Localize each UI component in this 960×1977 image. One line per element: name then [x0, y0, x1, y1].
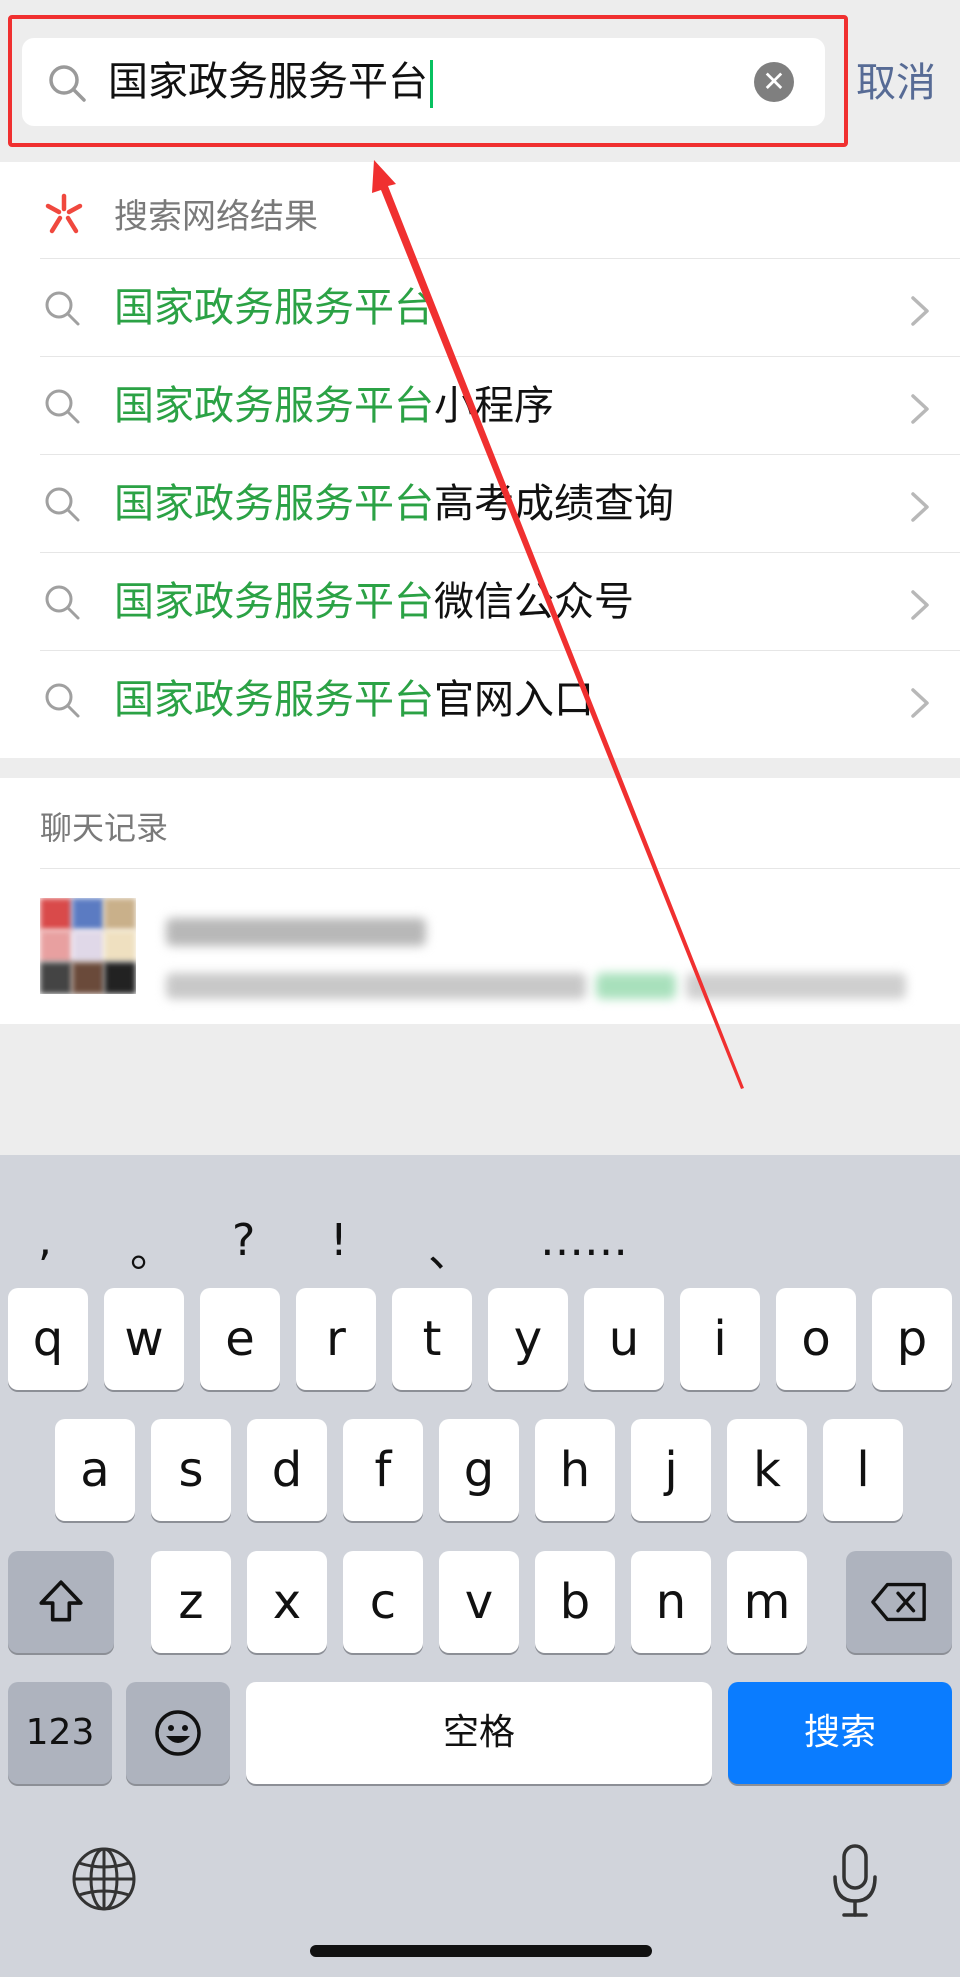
suggestion-row[interactable]: 国家政务服务平台微信公众号	[40, 552, 960, 650]
chat-history-label: 聊天记录	[40, 809, 169, 847]
cancel-button[interactable]: 取消	[856, 50, 936, 116]
chevron-right-icon	[911, 296, 929, 326]
letter-key-l[interactable]: l	[823, 1419, 903, 1521]
home-indicator	[310, 1945, 652, 1957]
letter-key-g[interactable]: g	[439, 1419, 519, 1521]
letter-key-p[interactable]: p	[872, 1288, 952, 1390]
letter-key-u[interactable]: u	[584, 1288, 664, 1390]
letter-key-v[interactable]: v	[439, 1551, 519, 1653]
suggestion-row[interactable]: 国家政务服务平台	[40, 258, 960, 356]
punctuation-key[interactable]: 、	[428, 1215, 472, 1279]
letter-key-m[interactable]: m	[727, 1551, 807, 1653]
blurred-chat-snippet	[166, 973, 586, 999]
suggestion-suffix: 微信公众号	[434, 579, 634, 625]
suggestion-suffix: 高考成绩查询	[434, 481, 674, 527]
letter-key-t[interactable]: t	[392, 1288, 472, 1390]
letter-key-c[interactable]: c	[343, 1551, 423, 1653]
web-search-icon	[45, 193, 83, 234]
emoji-icon	[155, 1710, 201, 1756]
punctuation-key[interactable]: ?	[232, 1215, 255, 1266]
search-icon	[45, 389, 80, 424]
letter-key-d[interactable]: d	[247, 1419, 327, 1521]
chevron-right-icon	[911, 590, 929, 620]
globe-icon[interactable]	[70, 1845, 138, 1913]
suggestion-highlight: 国家政务服务平台	[114, 285, 434, 331]
shift-icon	[39, 1580, 83, 1622]
numbers-key[interactable]: 123	[8, 1682, 112, 1784]
suggestion-suffix: 官网入口	[434, 677, 594, 723]
search-input[interactable]: 国家政务服务平台	[108, 38, 433, 126]
punctuation-key[interactable]: !	[330, 1215, 348, 1266]
search-icon	[49, 65, 86, 102]
chat-history-panel: 聊天记录	[0, 778, 960, 1024]
suggestion-text: 国家政务服务平台官网入口	[114, 650, 594, 750]
search-icon	[45, 487, 80, 522]
backspace-key[interactable]	[846, 1551, 952, 1653]
search-bar[interactable]: 国家政务服务平台 ✕	[22, 38, 825, 126]
letter-key-o[interactable]: o	[776, 1288, 856, 1390]
web-results-header[interactable]: 搜索网络结果	[0, 162, 960, 258]
avatar	[40, 898, 136, 994]
chat-history-item[interactable]	[0, 878, 960, 1018]
letter-key-a[interactable]: a	[55, 1419, 135, 1521]
search-icon	[45, 683, 80, 718]
clear-icon[interactable]: ✕	[754, 62, 794, 102]
letter-key-h[interactable]: h	[535, 1419, 615, 1521]
search-key[interactable]: 搜索	[728, 1682, 952, 1784]
suggestion-text: 国家政务服务平台微信公众号	[114, 552, 634, 652]
backspace-icon	[871, 1582, 926, 1622]
suggestion-text: 国家政务服务平台高考成绩查询	[114, 454, 674, 554]
letter-key-x[interactable]: x	[247, 1551, 327, 1653]
space-key[interactable]: 空格	[246, 1682, 712, 1784]
suggestion-suffix: 小程序	[434, 383, 554, 429]
blurred-chat-snippet-end	[686, 973, 906, 999]
search-icon	[45, 291, 80, 326]
letter-key-q[interactable]: q	[8, 1288, 88, 1390]
search-icon	[45, 585, 80, 620]
suggestion-row[interactable]: 国家政务服务平台官网入口	[40, 650, 960, 748]
letter-key-n[interactable]: n	[631, 1551, 711, 1653]
web-results-label: 搜索网络结果	[114, 197, 318, 237]
blurred-chat-highlight	[596, 973, 676, 999]
web-results-panel: 搜索网络结果 国家政务服务平台 国家政务服务平台小程序 国家政务服务平台高考成绩查询…	[0, 162, 960, 758]
punctuation-key[interactable]: ,	[38, 1215, 52, 1266]
emoji-key[interactable]	[126, 1682, 230, 1784]
text-caret	[430, 60, 433, 108]
punctuation-key[interactable]: ……	[540, 1215, 628, 1266]
blurred-chat-name	[166, 918, 426, 946]
chevron-right-icon	[911, 394, 929, 424]
letter-key-r[interactable]: r	[296, 1288, 376, 1390]
suggestion-highlight: 国家政务服务平台	[114, 677, 434, 723]
divider	[40, 868, 960, 869]
suggestion-highlight: 国家政务服务平台	[114, 579, 434, 625]
suggestion-highlight: 国家政务服务平台	[114, 383, 434, 429]
letter-key-s[interactable]: s	[151, 1419, 231, 1521]
chevron-right-icon	[911, 492, 929, 522]
letter-key-b[interactable]: b	[535, 1551, 615, 1653]
letter-key-w[interactable]: w	[104, 1288, 184, 1390]
letter-key-i[interactable]: i	[680, 1288, 760, 1390]
suggestion-row[interactable]: 国家政务服务平台高考成绩查询	[40, 454, 960, 552]
microphone-icon[interactable]	[830, 1843, 880, 1919]
suggestion-row[interactable]: 国家政务服务平台小程序	[40, 356, 960, 454]
letter-key-k[interactable]: k	[727, 1419, 807, 1521]
suggestion-highlight: 国家政务服务平台	[114, 481, 434, 527]
punctuation-key[interactable]: 。	[130, 1215, 174, 1279]
letter-key-f[interactable]: f	[343, 1419, 423, 1521]
letter-key-y[interactable]: y	[488, 1288, 568, 1390]
letter-key-z[interactable]: z	[151, 1551, 231, 1653]
chevron-right-icon	[911, 688, 929, 718]
shift-key[interactable]	[8, 1551, 114, 1653]
letter-key-e[interactable]: e	[200, 1288, 280, 1390]
keyboard: 123 空格 搜索 , 。?! 、 …… q w e r t y u i o p a s d f g h j k l z x c v…	[0, 1155, 960, 1977]
suggestion-text: 国家政务服务平台小程序	[114, 356, 554, 456]
letter-key-j[interactable]: j	[631, 1419, 711, 1521]
suggestion-text: 国家政务服务平台	[114, 258, 434, 358]
search-query-text: 国家政务服务平台	[108, 59, 428, 105]
